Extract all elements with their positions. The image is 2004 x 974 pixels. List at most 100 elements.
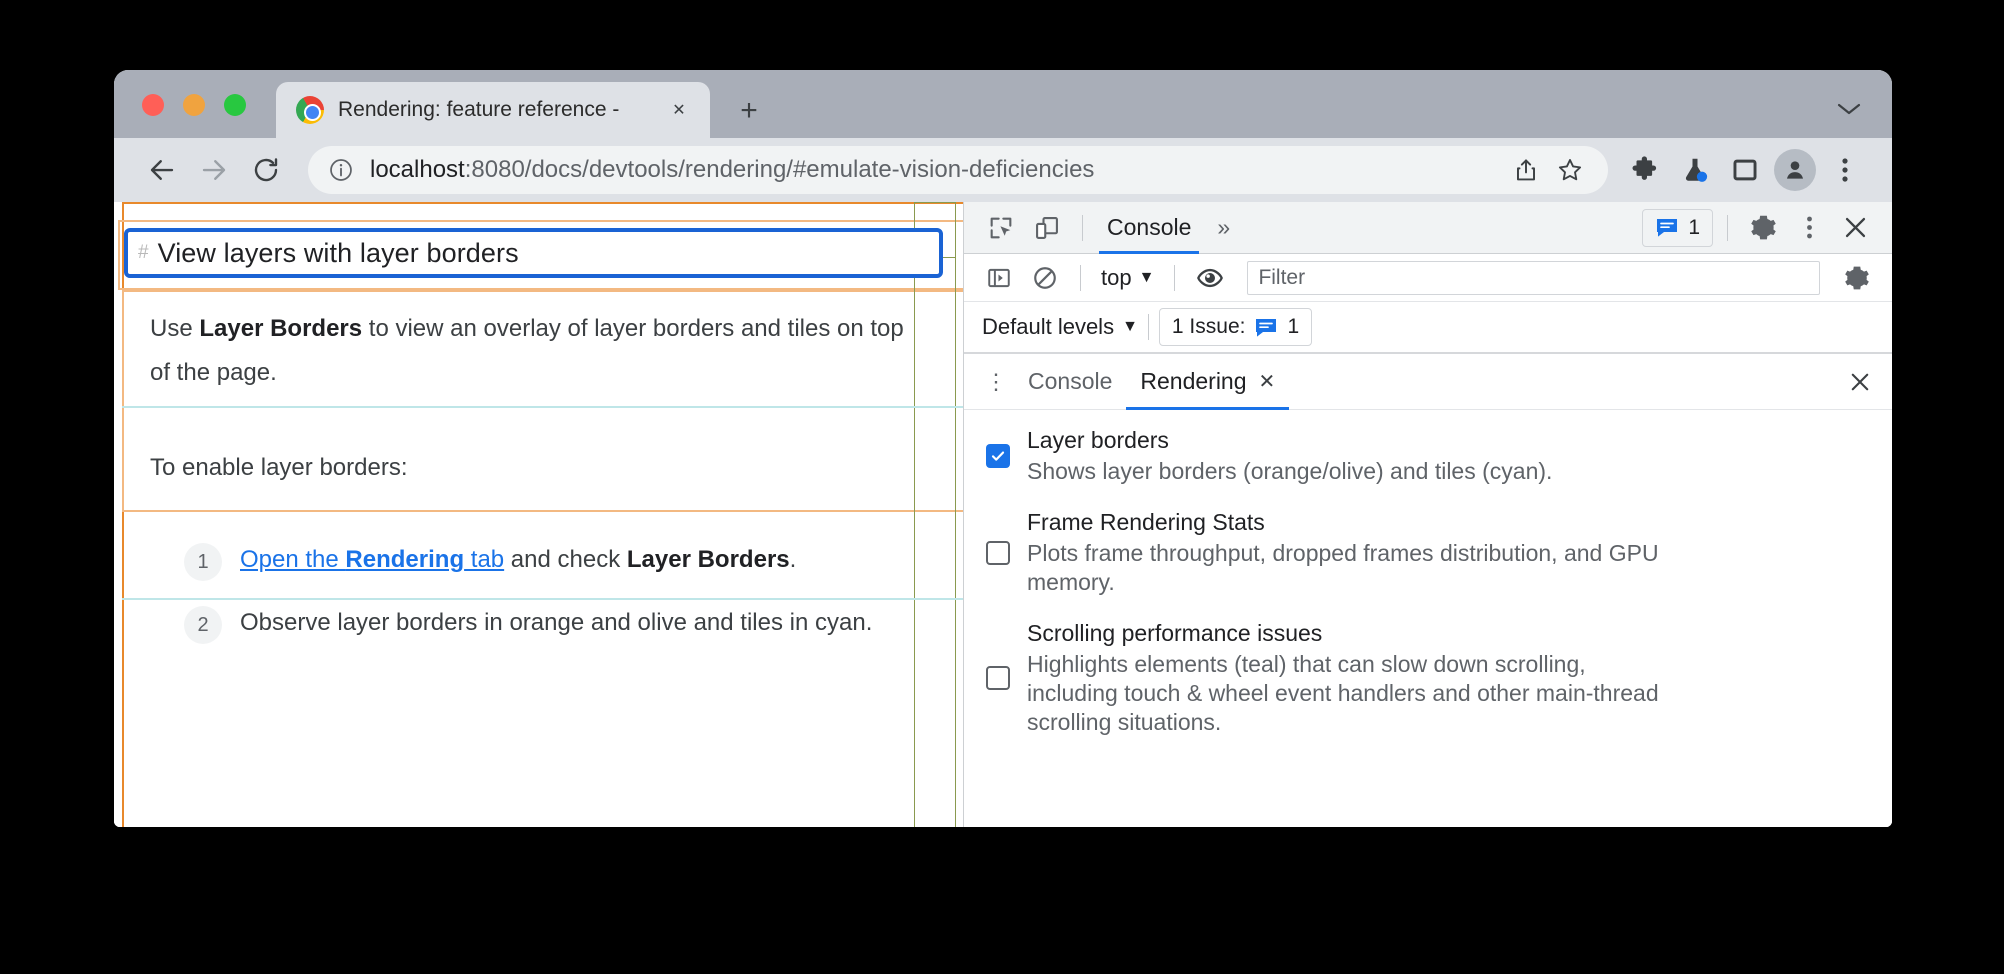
toolbar-divider (1147, 314, 1149, 340)
rendering-setting-layer-borders[interactable]: Layer borders Shows layer borders (orang… (986, 426, 1870, 486)
close-window-button[interactable] (142, 94, 164, 116)
url-host: localhost (370, 156, 465, 183)
step-after-pre: and check (504, 546, 627, 573)
page-heading-wrapper: # View layers with layer borders (124, 228, 943, 278)
console-settings-gear-icon[interactable] (1836, 259, 1878, 297)
page-paragraph-2: To enable layer borders: (150, 454, 408, 481)
share-icon[interactable] (1504, 148, 1548, 192)
link-pre: Open the (240, 546, 346, 573)
devtools-close-icon[interactable] (1834, 209, 1876, 247)
bookmark-star-icon[interactable] (1548, 148, 1592, 192)
log-levels-selector[interactable]: Default levels ▼ (982, 314, 1138, 340)
inspect-element-icon[interactable] (980, 209, 1022, 247)
toolbar-divider (1080, 264, 1081, 291)
layer-borders-checkbox[interactable] (986, 443, 1010, 468)
drawer-tab-rendering-label: Rendering (1140, 368, 1247, 394)
scrolling-performance-issues-checkbox[interactable] (986, 666, 1010, 691)
browser-menu-three-dot-icon[interactable] (1820, 145, 1870, 195)
execution-context-label: top (1101, 264, 1132, 290)
chevron-down-icon: ▼ (1122, 318, 1138, 335)
rendering-tab-link[interactable]: Open the Rendering tab (240, 546, 504, 573)
browser-tab[interactable]: Rendering: feature reference - ✕ (276, 82, 710, 138)
minimize-window-button[interactable] (183, 94, 205, 116)
close-tab-icon[interactable]: ✕ (662, 93, 696, 127)
checkbox-checked-icon (986, 443, 1010, 468)
device-toolbar-icon[interactable] (1026, 209, 1068, 247)
step-after-bold: Layer Borders (626, 546, 790, 573)
devtools-main-toolbar: Console » 1 (964, 202, 1892, 254)
drawer-more-tools-kebab-icon[interactable]: ⋮ (978, 369, 1014, 395)
tab-strip: Rendering: feature reference - ✕ + (114, 70, 1892, 138)
list-item: 2 Observe layer borders in orange and ol… (184, 603, 963, 666)
log-levels-label: Default levels (982, 314, 1115, 339)
close-drawer-icon[interactable] (1842, 370, 1878, 394)
issues-summary-count: 1 (1287, 315, 1300, 338)
issues-summary-button[interactable]: 1 Issue: 1 (1158, 308, 1313, 346)
address-bar[interactable]: localhost:8080/docs/devtools/rendering/#… (308, 146, 1608, 194)
scrolling-performance-issues-description: Highlights elements (teal) that can slow… (1027, 650, 1659, 736)
console-filter-input[interactable]: Filter (1247, 260, 1820, 295)
message-badge-icon (1655, 217, 1679, 238)
list-item-number: 2 (184, 606, 222, 644)
checkbox-unchecked-icon (986, 666, 1010, 691)
drawer-tab-console[interactable]: Console (1014, 354, 1126, 410)
drawer-tab-rendering[interactable]: Rendering ✕ (1126, 354, 1290, 410)
paragraph-1-pre: Use (150, 315, 200, 342)
forward-button[interactable] (188, 144, 240, 196)
more-panels-chevron-icon[interactable]: » (1205, 214, 1242, 241)
layer-borders-text: Layer borders Shows layer borders (orang… (1027, 426, 1552, 486)
tab-list-chevron-down-icon[interactable] (1832, 92, 1866, 126)
web-page-viewport[interactable]: # View layers with layer borders Use Lay… (114, 202, 963, 827)
scrolling-performance-issues-text: Scrolling performance issues Highlights … (1027, 619, 1667, 737)
maximize-window-button[interactable] (224, 94, 246, 116)
toolbar-divider (1082, 214, 1083, 241)
side-panel-icon[interactable] (1720, 145, 1770, 195)
site-info-icon[interactable] (328, 157, 354, 183)
rendering-setting-frame-rendering-stats[interactable]: Frame Rendering Stats Plots frame throug… (986, 508, 1870, 597)
devtools-settings-gear-icon[interactable] (1742, 209, 1784, 247)
clear-console-icon[interactable] (1024, 259, 1066, 297)
new-tab-button[interactable]: + (732, 94, 766, 128)
list-item-number: 1 (184, 543, 222, 581)
link-post: tab (464, 546, 505, 573)
drawer-tab-console-label: Console (1028, 368, 1113, 394)
tab-title: Rendering: feature reference - (338, 98, 620, 121)
rendering-setting-scrolling-performance-issues[interactable]: Scrolling performance issues Highlights … (986, 619, 1870, 737)
toolbar-divider (1174, 264, 1176, 291)
toolbar-divider (1727, 214, 1728, 241)
page-document: # View layers with layer borders Use Lay… (114, 202, 963, 827)
list-item-text: Observe layer borders in orange and oliv… (240, 609, 873, 636)
heading-anchor-link[interactable]: # (138, 242, 149, 264)
devtools-more-options-three-dot-icon[interactable] (1788, 209, 1830, 247)
page-heading-focus-ring: # View layers with layer borders (124, 228, 943, 278)
tab-console[interactable]: Console (1097, 202, 1201, 254)
execution-context-selector[interactable]: top ▼ (1095, 265, 1160, 291)
window-traffic-lights (142, 94, 246, 116)
content-area: # View layers with layer borders Use Lay… (114, 202, 1892, 827)
back-button[interactable] (136, 144, 188, 196)
list-item-text: Open the Rendering tab and check Layer B… (240, 540, 796, 581)
layer-borders-title: Layer borders (1027, 427, 1169, 453)
issues-counter-button[interactable]: 1 (1642, 208, 1713, 247)
frame-rendering-stats-text: Frame Rendering Stats Plots frame throug… (1027, 508, 1667, 597)
extensions-puzzle-icon[interactable] (1620, 145, 1670, 195)
page-title: View layers with layer borders (157, 237, 519, 268)
profile-avatar[interactable] (1770, 145, 1820, 195)
console-sidebar-icon[interactable] (978, 259, 1020, 297)
layer-borders-description: Shows layer borders (orange/olive) and t… (1027, 457, 1553, 484)
paragraph-1-bold: Layer Borders (199, 315, 363, 342)
chevron-down-icon: ▼ (1138, 268, 1155, 286)
url-path: :8080/docs/devtools/rendering/#emulate-v… (464, 156, 1095, 183)
frame-rendering-stats-description: Plots frame throughput, dropped frames d… (1027, 539, 1659, 595)
console-levels-toolbar: Default levels ▼ 1 Issue: 1 (964, 302, 1892, 354)
avatar-icon (1774, 149, 1816, 191)
issues-summary-label: 1 Issue: (1171, 315, 1246, 338)
reload-button[interactable] (240, 144, 292, 196)
close-rendering-tab-icon[interactable]: ✕ (1259, 369, 1276, 394)
frame-rendering-stats-checkbox[interactable] (986, 540, 1010, 565)
chrome-logo-icon (296, 96, 324, 124)
address-bar-url: localhost:8080/docs/devtools/rendering/#… (370, 156, 1504, 184)
experiments-flask-icon[interactable] (1670, 145, 1720, 195)
screenshot-stage: Rendering: feature reference - ✕ + local… (0, 0, 2004, 974)
live-expression-eye-icon[interactable] (1189, 259, 1231, 297)
